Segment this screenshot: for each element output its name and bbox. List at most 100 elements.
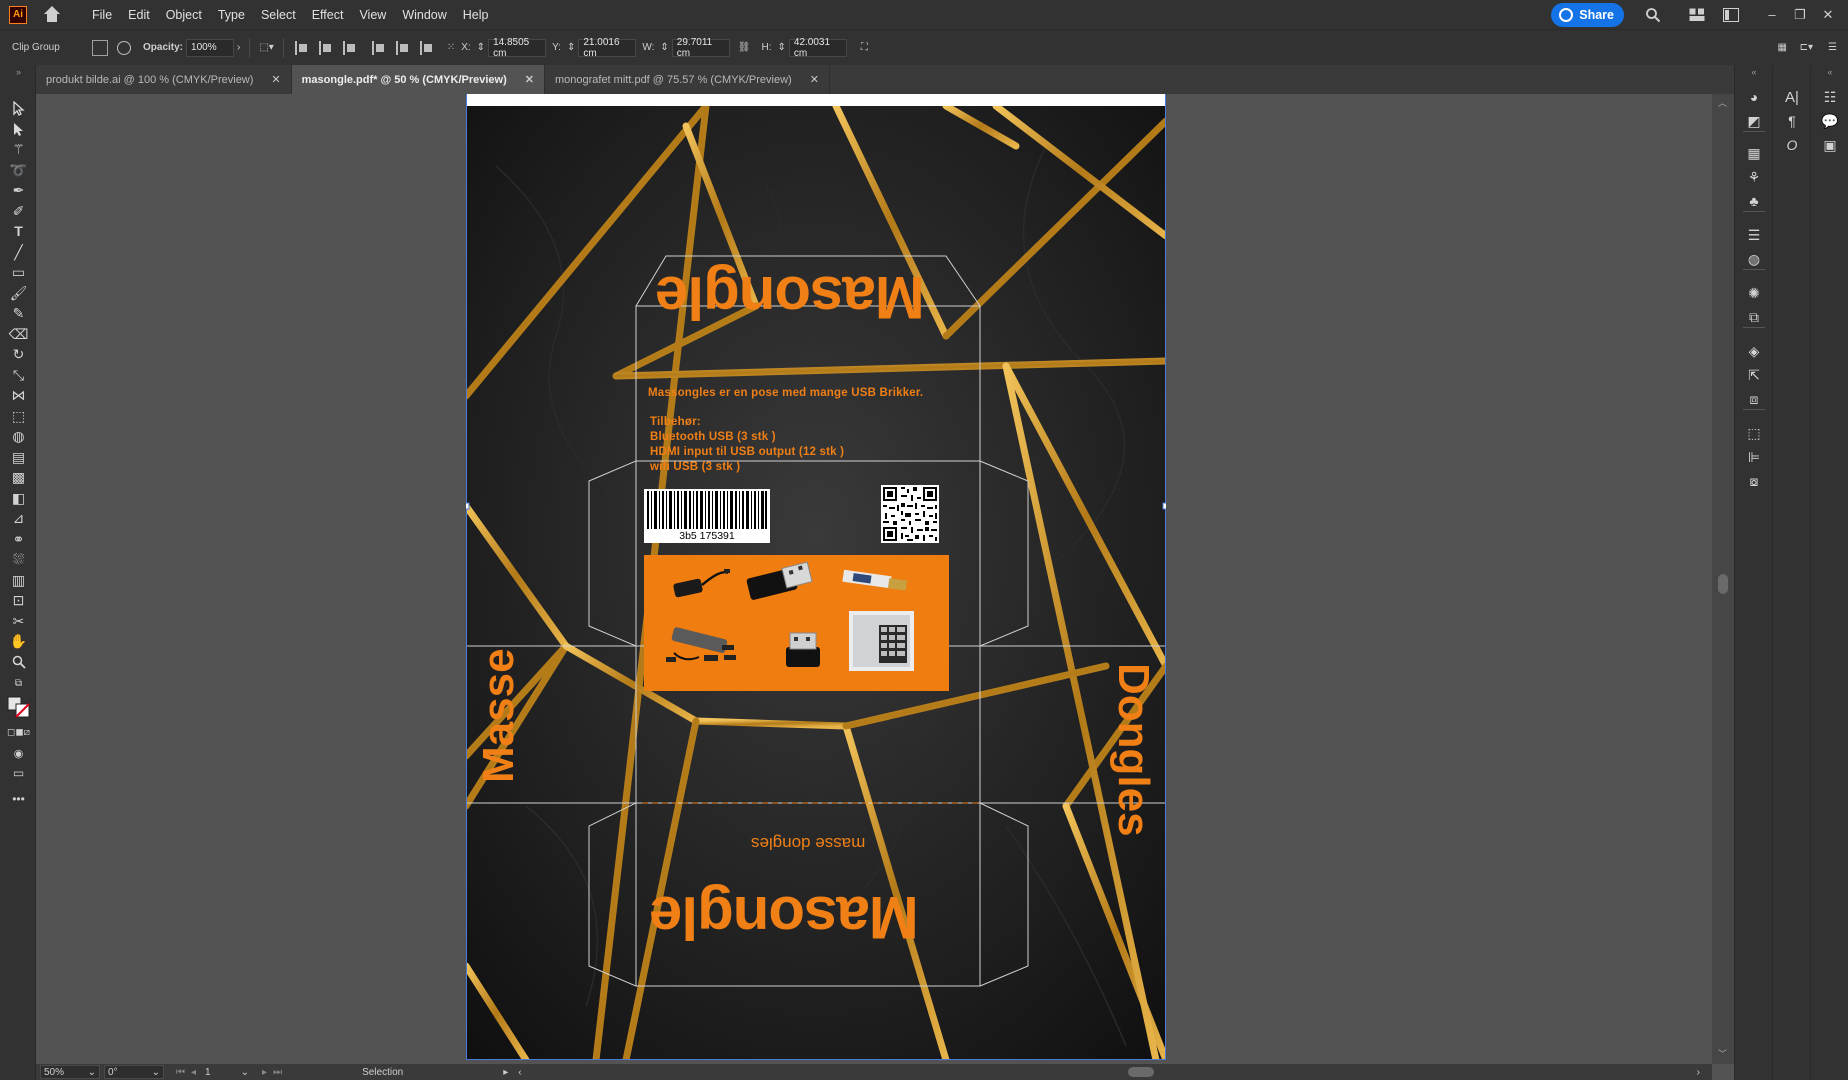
chevron-down-icon[interactable]: ⌄	[241, 1067, 249, 1078]
y-field[interactable]: 21.0016 cm	[578, 37, 637, 59]
chevron-down-icon[interactable]: ⌄	[88, 1067, 96, 1078]
home-icon[interactable]	[42, 5, 62, 25]
h-field[interactable]: 42.0031 cm	[788, 37, 847, 59]
scroll-up-icon[interactable]: ︿	[1718, 96, 1727, 109]
rectangle-tool-icon[interactable]: ▭	[10, 264, 27, 280]
brushes-icon[interactable]: ⚘	[1745, 169, 1763, 185]
artboard[interactable]: Masongle Massongles er en pose med mange…	[466, 94, 1166, 1060]
fill-stroke-swatch[interactable]	[6, 695, 32, 719]
canvas-area[interactable]: Masongle Massongles er en pose med mange…	[36, 94, 1712, 1064]
align-panel-icon[interactable]: ⊫	[1745, 449, 1763, 465]
blend-tool-icon[interactable]: ⚭	[10, 531, 27, 547]
eyedropper-tool-icon[interactable]: ⊿	[10, 510, 27, 526]
selection-bounding-box[interactable]	[466, 94, 1166, 1060]
slice-tool-icon[interactable]: ✂	[10, 613, 27, 629]
control-menu-icon[interactable]: ☰	[1828, 42, 1837, 53]
share-button[interactable]: Share	[1551, 2, 1624, 27]
stroke-icon[interactable]: ☰	[1745, 227, 1763, 243]
zoom-tool-icon[interactable]	[10, 654, 27, 670]
libraries-icon[interactable]: ▣	[1821, 137, 1839, 153]
perspective-grid-tool-icon[interactable]: ▤	[10, 449, 27, 465]
x-field[interactable]: 14.8505 cm	[488, 37, 547, 59]
arrange-documents-icon[interactable]	[1684, 5, 1710, 25]
quick-actions-icon[interactable]: ⊏▾	[1800, 42, 1813, 53]
vertical-scrollbar[interactable]: ︿ ﹀	[1712, 94, 1734, 1064]
comments-icon[interactable]: 💬	[1821, 113, 1839, 129]
collapse-panel-icon[interactable]: «	[1745, 64, 1763, 80]
previous-artboard-icon[interactable]: ◂	[191, 1067, 196, 1078]
symbol-sprayer-tool-icon[interactable]: ⛆	[10, 551, 27, 567]
color-guide-icon[interactable]: ✺	[1745, 285, 1763, 301]
artboard-number-field[interactable]: 1 ⌄	[202, 1065, 253, 1079]
transform-panel-icon[interactable]: ⬚	[1745, 425, 1763, 441]
align-bottom-icon[interactable]	[419, 40, 434, 55]
draw-mode-icon[interactable]: ◉	[10, 745, 27, 761]
arrange-icon[interactable]: ▦	[1778, 42, 1787, 53]
graphic-styles-icon[interactable]: ◩	[1745, 113, 1763, 129]
close-window-icon[interactable]: ✕	[1814, 7, 1842, 23]
pathfinder-icon[interactable]: ⧇	[1745, 473, 1763, 489]
color-mode-icon[interactable]: ◻◼⧄	[7, 724, 30, 740]
close-icon[interactable]: ✕	[810, 73, 819, 86]
magic-wand-tool-icon[interactable]: ⚚	[10, 141, 27, 157]
menu-select[interactable]: Select	[253, 8, 304, 22]
y-stepper-icon[interactable]: ⇕	[567, 42, 575, 53]
rotate-tool-icon[interactable]: ↻	[10, 346, 27, 362]
menu-help[interactable]: Help	[455, 8, 497, 22]
tab-monografet-mitt[interactable]: monografet mitt.pdf @ 75.57 % (CMYK/Prev…	[545, 65, 830, 94]
w-stepper-icon[interactable]: ⇕	[660, 42, 668, 53]
layers-icon[interactable]: ◈	[1745, 343, 1763, 359]
first-artboard-icon[interactable]: ⏮	[176, 1067, 185, 1078]
menu-effect[interactable]: Effect	[304, 8, 352, 22]
free-transform-tool-icon[interactable]: ⬚	[10, 408, 27, 424]
scale-tool-icon[interactable]: ⤡	[10, 367, 27, 383]
clip-group-icon[interactable]	[92, 39, 108, 56]
constrain-proportions-icon[interactable]: ⛓	[738, 42, 751, 53]
next-artboard-icon[interactable]: ▸	[262, 1067, 267, 1078]
opacity-chevron-icon[interactable]: ›	[237, 42, 240, 53]
h-stepper-icon[interactable]: ⇕	[778, 42, 786, 53]
menu-view[interactable]: View	[351, 8, 394, 22]
default-fill-stroke-icon[interactable]: ⧉	[10, 675, 27, 691]
menu-edit[interactable]: Edit	[120, 8, 158, 22]
mesh-tool-icon[interactable]: ▩	[10, 469, 27, 485]
opacity-field[interactable]: 100%	[186, 38, 235, 57]
paragraph-icon[interactable]: ¶	[1783, 113, 1801, 129]
workspace-switcher-icon[interactable]	[1718, 5, 1744, 25]
properties-icon[interactable]: ☷	[1821, 89, 1839, 105]
export-icon[interactable]: ⇱	[1745, 367, 1763, 383]
menu-object[interactable]: Object	[158, 8, 210, 22]
align-right-icon[interactable]	[342, 40, 357, 55]
shaper-tool-icon[interactable]: ✎	[10, 305, 27, 321]
character-icon[interactable]: A|	[1783, 89, 1801, 106]
lasso-tool-icon[interactable]: ➰	[10, 162, 27, 178]
vertical-scroll-thumb[interactable]	[1718, 574, 1728, 594]
align-middle-icon[interactable]	[395, 40, 410, 55]
expand-panel-icon[interactable]: «	[1821, 64, 1839, 80]
scroll-right-icon[interactable]: ›	[1697, 1067, 1700, 1078]
shape-builder-tool-icon[interactable]: ◍	[10, 428, 27, 444]
more-tools-icon[interactable]: •••	[10, 791, 27, 807]
opentype-icon[interactable]: O	[1783, 137, 1801, 153]
direct-selection-tool-icon[interactable]	[10, 121, 27, 137]
zoom-field[interactable]: 50% ⌄	[40, 1065, 100, 1079]
recolor-icon[interactable]	[117, 40, 131, 55]
paintbrush-tool-icon[interactable]: 🖌	[10, 285, 28, 301]
artboard-tool-icon[interactable]: ⊡	[10, 592, 27, 608]
isolate-selection-icon[interactable]: ⛶	[861, 42, 868, 53]
symbols-icon[interactable]: ♣	[1745, 193, 1763, 209]
transparency-icon[interactable]: ◍	[1745, 251, 1763, 267]
horizontal-scroll-thumb[interactable]	[1128, 1067, 1154, 1077]
width-tool-icon[interactable]: ⋈	[10, 387, 27, 403]
scroll-down-icon[interactable]: ﹀	[1718, 1047, 1727, 1060]
menu-file[interactable]: File	[84, 8, 120, 22]
hand-tool-icon[interactable]: ✋	[10, 633, 27, 649]
menu-type[interactable]: Type	[210, 8, 253, 22]
x-stepper-icon[interactable]: ⇕	[477, 42, 485, 53]
line-tool-icon[interactable]: ╱	[10, 244, 27, 260]
align-center-icon[interactable]	[318, 40, 333, 55]
chevron-down-icon[interactable]: ⌄	[152, 1067, 160, 1078]
scroll-left-icon[interactable]: ‹	[518, 1067, 521, 1078]
artboards-icon[interactable]: ⧈	[1745, 391, 1763, 407]
gradient-tool-icon[interactable]: ◧	[10, 490, 27, 506]
